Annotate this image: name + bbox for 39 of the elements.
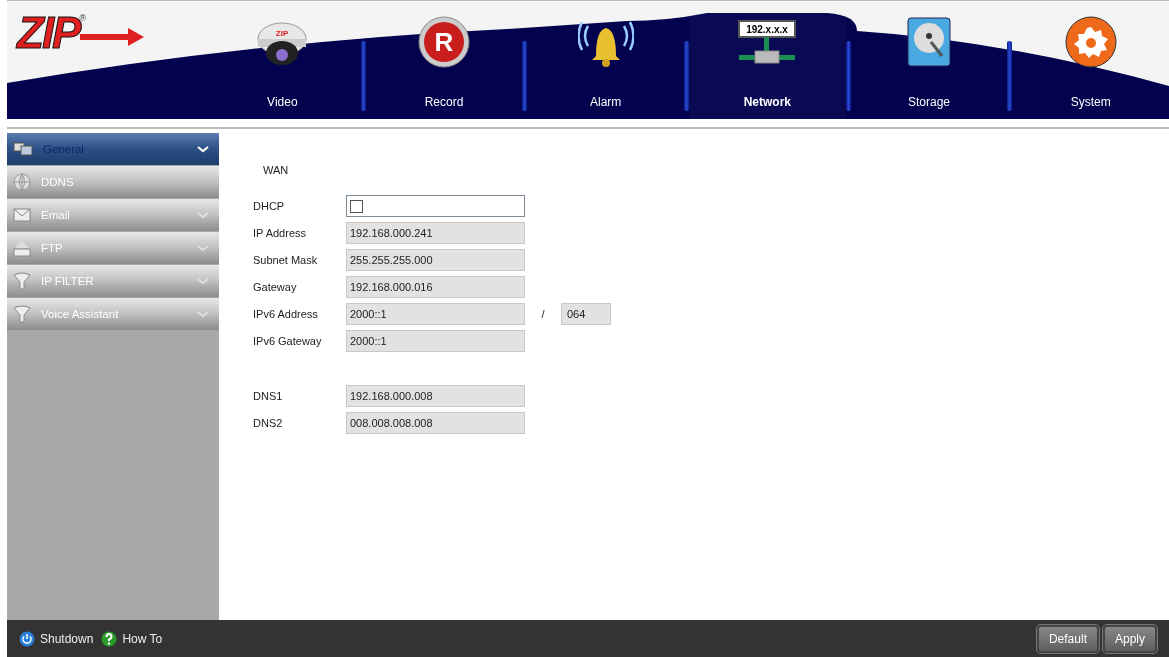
checkbox[interactable]	[350, 199, 363, 213]
nav-tab[interactable]: ZIP Video	[204, 1, 361, 119]
help-icon	[101, 630, 118, 647]
chevron-down-icon	[197, 145, 209, 153]
chevron-down-icon	[197, 310, 209, 318]
settings-icon	[1063, 15, 1118, 69]
footer-link[interactable]: Shutdown	[19, 630, 94, 647]
upload-tray-icon	[13, 239, 31, 257]
separator-text: /	[540, 308, 546, 320]
monitors-icon	[13, 141, 33, 157]
arrow-icon	[80, 25, 145, 49]
record-icon: R	[417, 15, 471, 69]
logo-text: ZIP	[17, 11, 80, 55]
footer-button[interactable]: Default	[1036, 624, 1099, 653]
funnel-icon	[13, 272, 31, 290]
field-label: DHCP	[253, 200, 286, 212]
power-icon	[19, 630, 35, 647]
field-label: DNS1	[253, 390, 284, 402]
chevron-down-icon	[197, 244, 209, 252]
footer-button[interactable]: Apply	[1102, 624, 1157, 653]
nav-tab[interactable]: R Record	[365, 1, 523, 119]
field-label: IP Address	[253, 227, 307, 239]
section-title: WAN	[263, 164, 290, 176]
nav-tab[interactable]: Alarm	[527, 1, 684, 119]
footer-link[interactable]: How To	[101, 630, 163, 647]
field-label: Gateway	[253, 281, 298, 293]
nav-tab[interactable]: Storage	[850, 1, 1008, 119]
field-label: IPv6 Gateway	[253, 335, 323, 347]
registered-mark: ®	[79, 13, 87, 23]
hard-drive-icon	[904, 16, 954, 68]
nav-tab[interactable]: System	[1012, 1, 1169, 119]
field-label: Subnet Mask	[253, 254, 319, 266]
envelope-icon	[13, 207, 31, 223]
chevron-down-icon	[197, 277, 209, 285]
globe-icon	[13, 173, 31, 191]
field-label: DNS2	[253, 417, 284, 429]
field-label: IPv6 Address	[253, 308, 319, 320]
chevron-down-icon	[197, 211, 209, 219]
funnel-icon	[13, 305, 31, 323]
